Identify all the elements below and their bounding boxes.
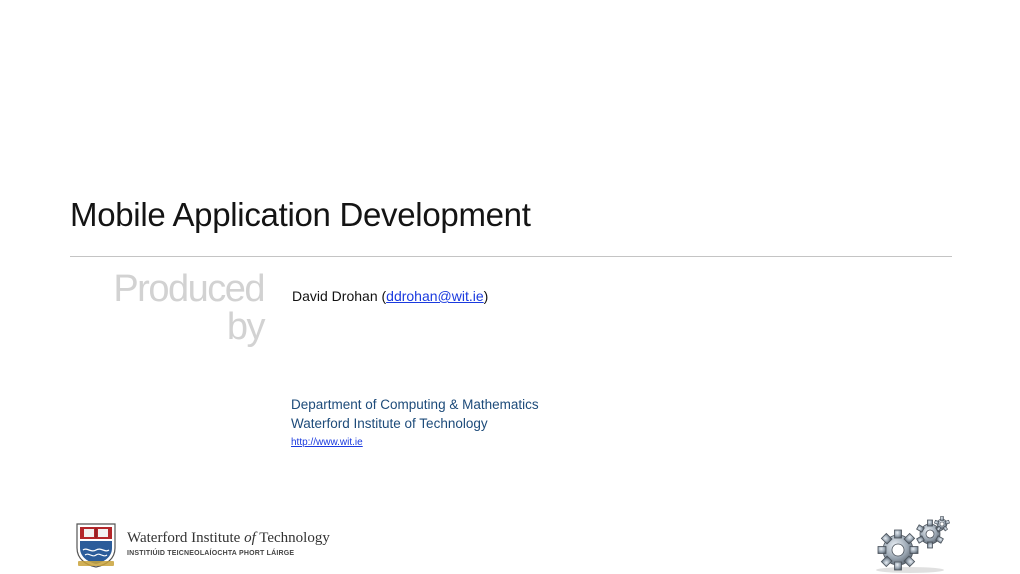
wit-crest-icon	[76, 523, 116, 568]
author-close-paren: )	[483, 288, 489, 304]
wit-logo: Waterford Institute of Technology INSTIT…	[74, 520, 364, 570]
logo-name-of: of	[244, 530, 256, 546]
website-line: http://www.wit.ie	[291, 437, 363, 448]
produced-by-line2: by	[226, 306, 266, 348]
logo-name-suffix: Technology	[255, 530, 330, 546]
website-link[interactable]: http://www.wit.ie	[291, 437, 363, 448]
slide-title: Mobile Application Development	[70, 196, 531, 233]
produced-by-label: Produced by	[80, 268, 266, 348]
affiliation-block: Department of Computing & Mathematics Wa…	[291, 395, 539, 433]
logo-irish-name: INSTITIÚID TEICNEOLAÍOCHTA PHORT LÁIRGE	[127, 550, 295, 557]
author-name: David Drohan (	[292, 288, 387, 304]
institute-name: Waterford Institute of Technology	[291, 416, 488, 431]
logo-institute-name: Waterford Institute of Technology	[127, 530, 330, 547]
logo-name-prefix: Waterford Institute	[127, 530, 245, 546]
department-name: Department of Computing & Mathematics	[291, 397, 539, 412]
title-divider	[70, 256, 952, 257]
produced-by-line1: Produced	[113, 268, 265, 310]
author-line: David Drohan (ddrohan@wit.ie)	[292, 288, 488, 304]
gears-icon	[876, 516, 950, 573]
author-email-link[interactable]: ddrohan@wit.ie	[386, 288, 484, 304]
